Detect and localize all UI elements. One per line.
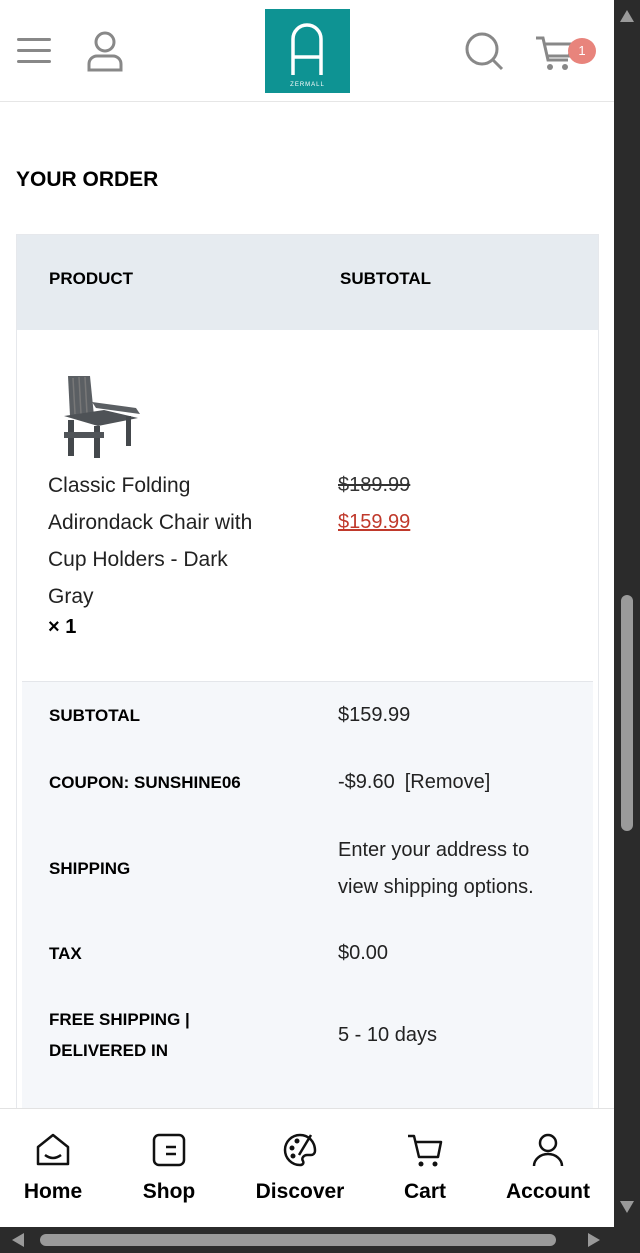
nav-home-label: Home bbox=[23, 1180, 83, 1203]
svg-text:ZERMALL: ZERMALL bbox=[290, 82, 325, 88]
brand-logo[interactable]: ZERMALL bbox=[265, 9, 350, 93]
shop-icon bbox=[152, 1133, 186, 1167]
table-header: PRODUCT SUBTOTAL bbox=[17, 235, 598, 330]
coupon-remove-link[interactable]: [Remove] bbox=[405, 771, 491, 793]
tax-label: TAX bbox=[49, 944, 82, 963]
hamburger-menu-icon[interactable] bbox=[17, 38, 51, 64]
nav-account[interactable]: Account bbox=[490, 1109, 606, 1227]
nav-discover[interactable]: Discover bbox=[240, 1109, 360, 1227]
account-icon bbox=[532, 1133, 564, 1167]
tax-value: $0.00 bbox=[338, 942, 389, 964]
column-header-subtotal: SUBTOTAL bbox=[340, 269, 431, 288]
horizontal-scroll-thumb[interactable] bbox=[40, 1234, 556, 1246]
your-order-heading: YOUR ORDER bbox=[16, 168, 159, 191]
page-viewport: ZERMALL 1 YOUR ORDER PRODUCT SUBTOTAL Cl… bbox=[0, 0, 614, 1227]
sale-price: $159.99 bbox=[338, 511, 411, 533]
nav-home[interactable]: Home bbox=[0, 1109, 106, 1227]
order-totals bbox=[22, 681, 593, 1141]
user-icon[interactable] bbox=[86, 30, 124, 72]
subtotal-value: $159.99 bbox=[338, 704, 411, 726]
shipping-value: Enter your address to view shipping opti… bbox=[338, 839, 534, 898]
delivery-label: FREE SHIPPING | DELIVERED IN bbox=[49, 1010, 190, 1060]
search-icon[interactable] bbox=[463, 30, 505, 72]
scroll-right-arrow-icon[interactable] bbox=[588, 1233, 600, 1247]
product-thumbnail[interactable] bbox=[46, 372, 148, 464]
nav-cart[interactable]: Cart bbox=[372, 1109, 478, 1227]
bottom-navigation: Home Shop Discover Cart Account bbox=[0, 1108, 614, 1227]
coupon-value-row: -$9.60 [Remove] bbox=[338, 764, 490, 801]
scroll-down-arrow-icon[interactable] bbox=[620, 1201, 634, 1213]
vertical-scroll-thumb[interactable] bbox=[621, 595, 633, 831]
product-quantity: × 1 bbox=[48, 616, 77, 638]
original-price: $189.99 bbox=[338, 474, 411, 496]
column-header-product: PRODUCT bbox=[49, 269, 134, 288]
coupon-discount: -$9.60 bbox=[338, 771, 395, 793]
cart-nav-icon bbox=[408, 1134, 443, 1167]
site-header: ZERMALL 1 bbox=[0, 0, 614, 102]
delivery-value: 5 - 10 days bbox=[338, 1024, 437, 1046]
coupon-label: COUPON: SUNSHINE06 bbox=[49, 773, 241, 792]
nav-account-label: Account bbox=[506, 1180, 590, 1203]
nav-shop-label: Shop bbox=[142, 1180, 196, 1203]
horizontal-scrollbar[interactable] bbox=[0, 1227, 640, 1253]
shipping-label: SHIPPING bbox=[49, 859, 131, 878]
chair-logo-icon: ZERMALL bbox=[290, 23, 325, 88]
scroll-up-arrow-icon[interactable] bbox=[620, 10, 634, 22]
product-name: Classic Folding Adirondack Chair with Cu… bbox=[48, 474, 253, 608]
subtotal-label: SUBTOTAL bbox=[49, 706, 140, 725]
scroll-left-arrow-icon[interactable] bbox=[12, 1233, 24, 1247]
palette-icon bbox=[283, 1133, 317, 1167]
home-icon bbox=[36, 1133, 70, 1166]
vertical-scrollbar[interactable] bbox=[614, 0, 640, 1227]
nav-cart-label: Cart bbox=[403, 1180, 446, 1203]
nav-shop[interactable]: Shop bbox=[116, 1109, 222, 1227]
nav-discover-label: Discover bbox=[255, 1180, 345, 1203]
cart-count-badge[interactable]: 1 bbox=[568, 38, 596, 64]
